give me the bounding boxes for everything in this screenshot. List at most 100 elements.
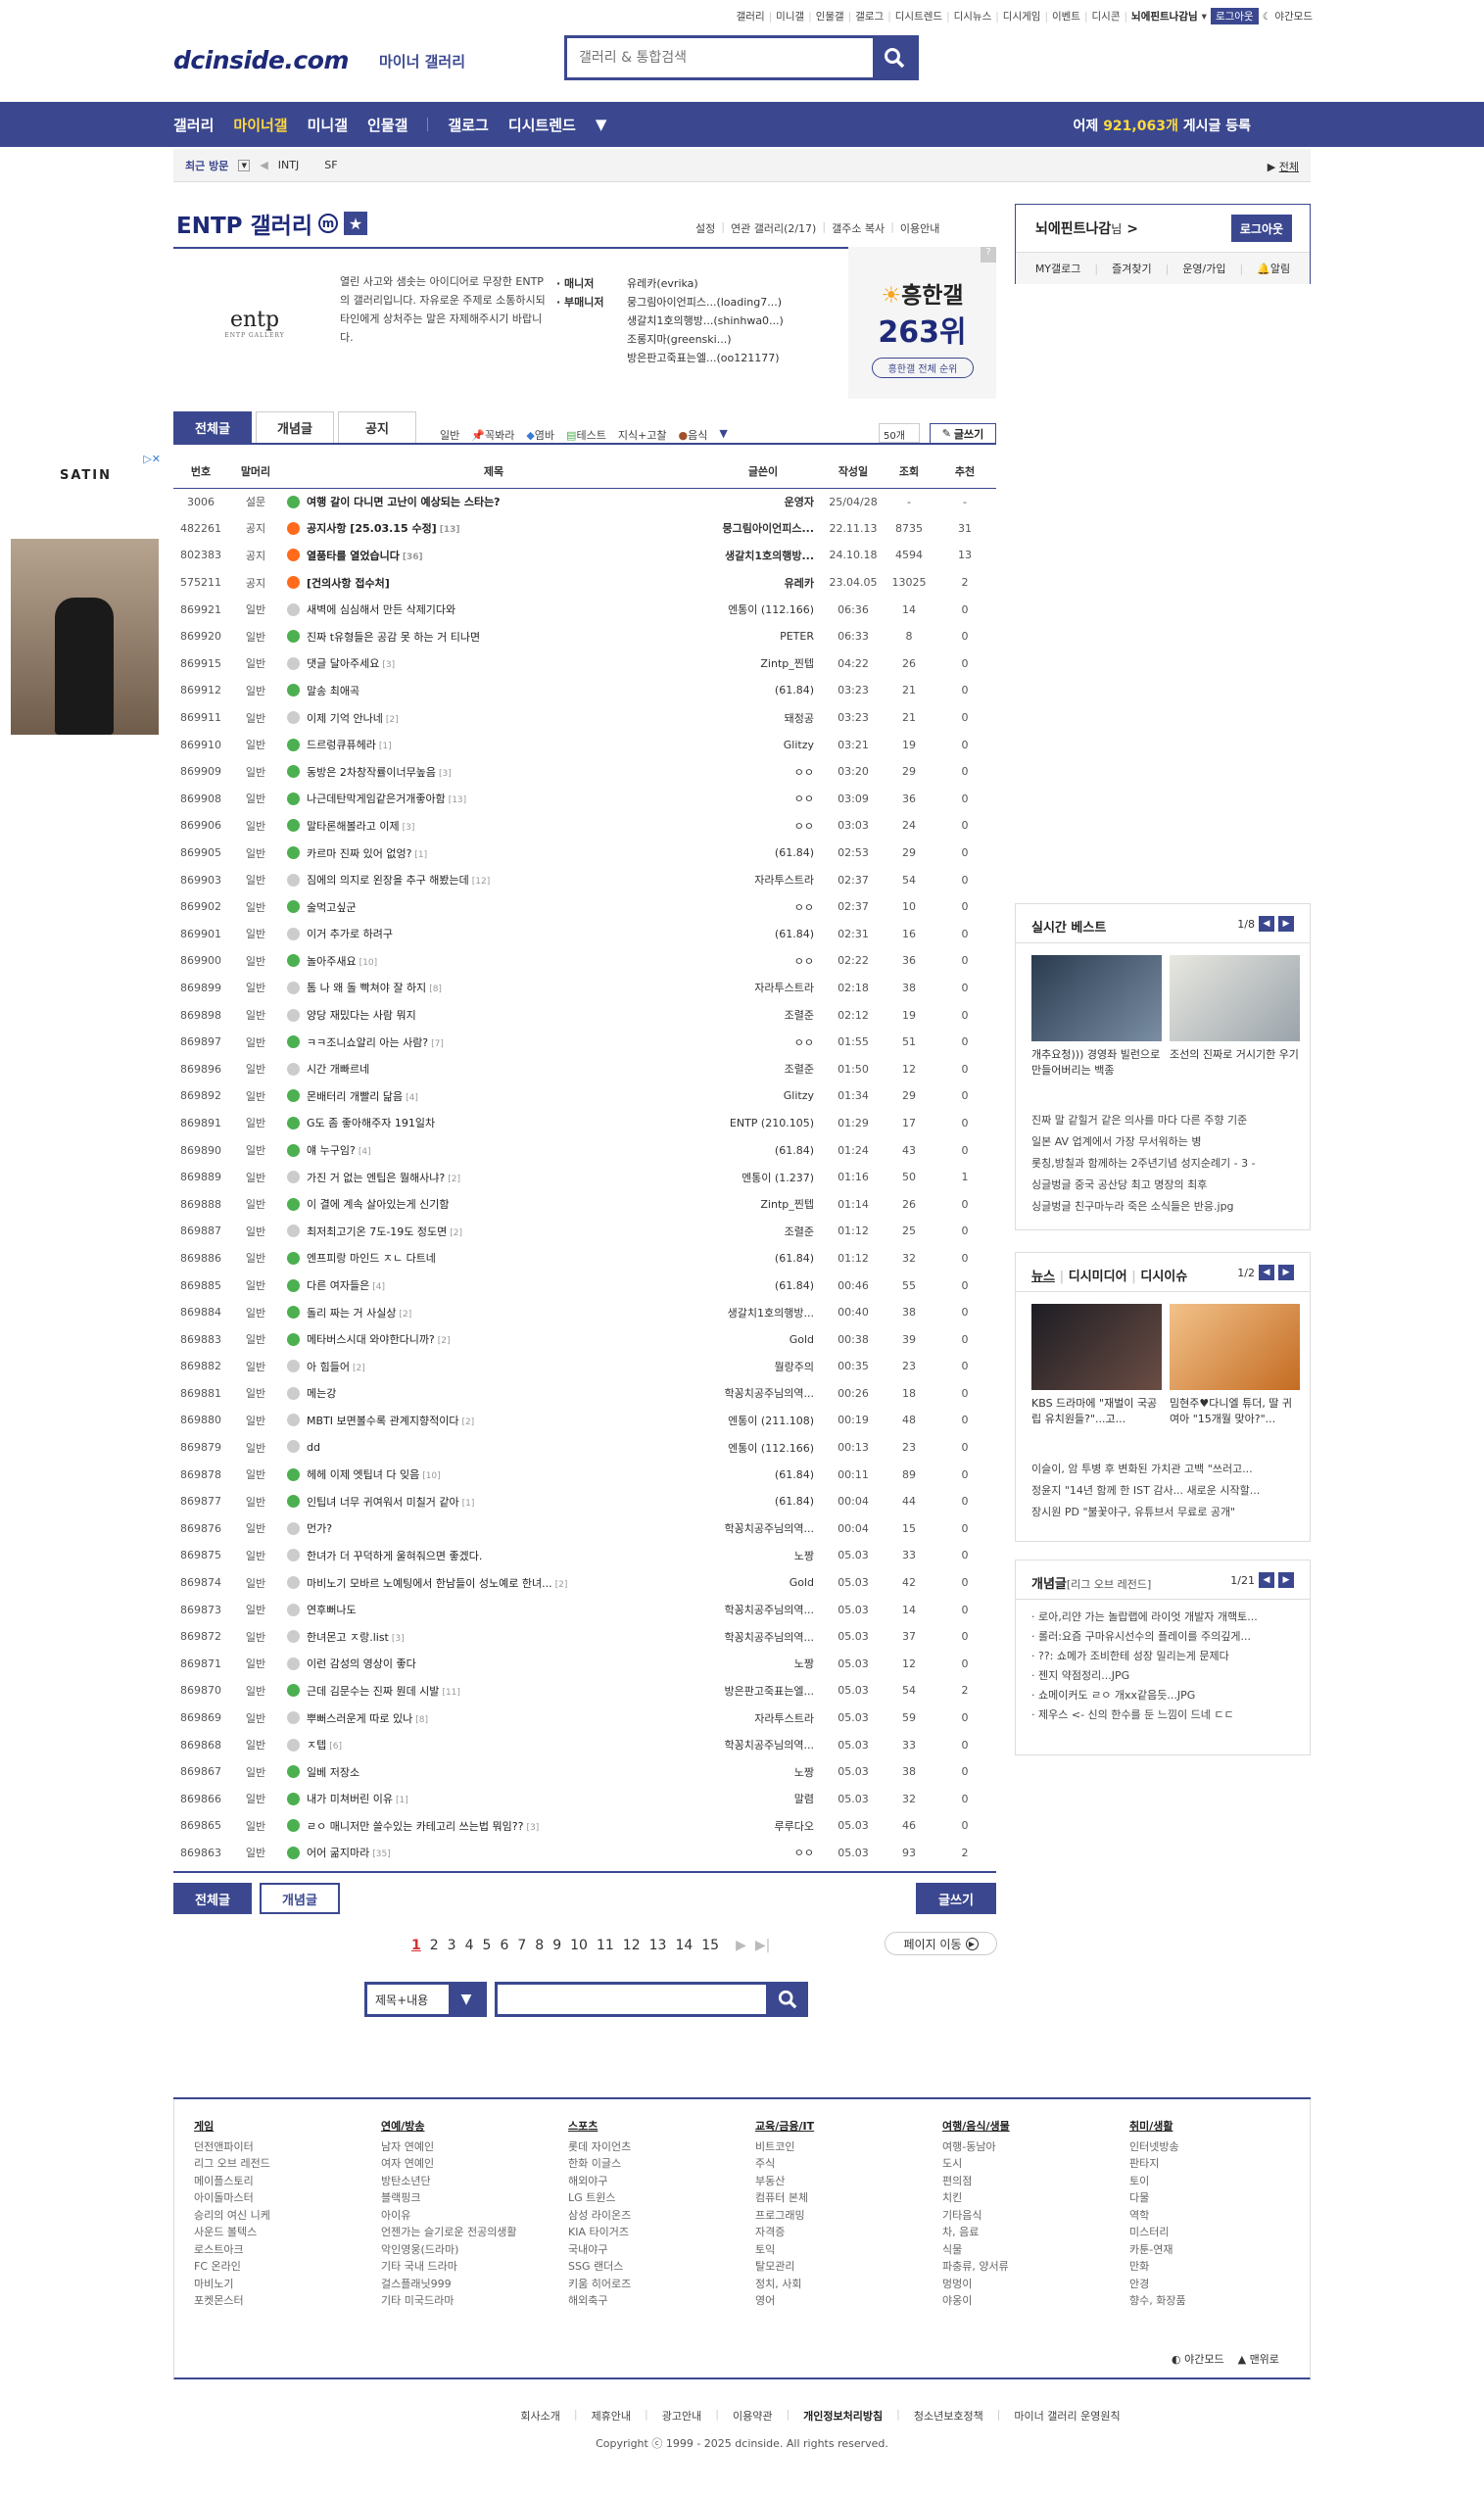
table-row[interactable]: 869903 일반 짐에의 의지로 왼장을 추구 해봤는데 [12] 자라투스트라 02:… [173,866,996,893]
footer-link[interactable]: 탈모관리 [755,2258,942,2276]
top-user-link[interactable]: 뇌에핀트나감님 [1131,9,1198,24]
footer-bottom-link[interactable]: 청소년보호정책 [914,2408,983,2424]
table-row[interactable]: 869889 일반 가진 거 없는 엔팁은 뭘해사냐? [2] 엔통이 (1.237) 0… [173,1164,996,1191]
post-title-cell[interactable]: 톰 나 왜 돌 빡쳐야 잘 하지 [8] [283,975,704,1002]
footer-column-title[interactable]: 취미/생활 [1129,2118,1316,2136]
top-link-item[interactable]: 갤로그 [855,9,884,24]
post-title[interactable]: 마비노기 모바르 노예팅에서 한남들이 성노예로 한녀... [307,1577,552,1590]
post-writer[interactable]: (61.84) [704,921,822,948]
post-writer[interactable]: 방은판고죽표는엘... [704,1677,822,1705]
post-title-cell[interactable]: 열품타를 열었습니다 [36] [283,542,704,569]
post-title-cell[interactable]: 한녀가 더 꾸덕하게 울혀줘으면 좋겠다. [283,1542,704,1569]
list-item[interactable]: · 젠지 약점정리...JPG [1031,1666,1298,1686]
post-title-cell[interactable]: ㅋㅋ조니쇼알리 아는 사람? [7] [283,1029,704,1056]
post-title-cell[interactable]: 말송 최애곡 [283,677,704,704]
post-title-cell[interactable]: 먼가? [283,1515,704,1543]
post-writer[interactable]: 자라투스트라 [704,866,822,893]
post-title-cell[interactable]: 내가 미쳐버린 이유 [1] [283,1786,704,1813]
chevron-down-icon[interactable]: ▼ [719,427,727,443]
footer-link[interactable]: 판타지 [1129,2155,1316,2173]
footer-bottom-link[interactable]: 이용약관 [733,2408,772,2424]
logo-subtitle[interactable]: 마이너 갤러리 [379,51,465,72]
post-writer[interactable]: (61.84) [704,840,822,867]
post-writer[interactable]: 학꽁치공주님의역... [704,1731,822,1758]
post-writer[interactable]: 학꽁치공주님의역... [704,1623,822,1651]
tab-notice[interactable]: 공지 [338,411,416,443]
post-title-cell[interactable]: 새벽에 심심해서 만든 삭제기다와 [283,596,704,623]
post-title[interactable]: 내가 미쳐버린 이유 [307,1793,393,1805]
footer-link[interactable]: 식물 [942,2241,1129,2259]
post-title[interactable]: 이런 감성의 영상이 좋다 [307,1657,416,1670]
table-row[interactable]: 869863 일반 어어 굶지마라 [35] ㅇㅇ 05.03 93 2 [173,1840,996,1867]
post-title[interactable]: dd [307,1441,320,1454]
search-input[interactable] [567,38,873,77]
post-title-cell[interactable]: 근데 김문수는 진짜 뭔데 시발 [11] [283,1677,704,1705]
post-writer[interactable]: 운영자 [704,488,822,515]
post-title[interactable]: ㄹㅇ 매니저만 쓸수있는 카테고리 쓰는법 뭐임?? [307,1820,523,1833]
table-row[interactable]: 869900 일반 놀아주새요 [10] ㅇㅇ 02:22 36 0 [173,947,996,975]
footer-link[interactable]: 해외야구 [568,2173,755,2190]
list-count-select[interactable]: 50개 [879,423,920,443]
footer-link[interactable]: 미스터리 [1129,2224,1316,2241]
page-link[interactable]: 1 [411,1938,421,1953]
comment-count[interactable]: [11] [442,1688,459,1698]
post-title[interactable]: 가진 거 없는 엔팁은 뭘해사냐? [307,1172,445,1184]
table-row[interactable]: 869898 일반 양당 재밌다는 사람 뭐지 조렬준 02:12 19 0 [173,1001,996,1029]
post-writer[interactable]: ㅇㅇ [704,893,822,921]
list-item[interactable]: 정윤지 "14년 함께 한 IST 감사... 새로운 시작할... [1031,1480,1298,1502]
top-link-item[interactable]: 디시게임 [1003,9,1041,24]
logout-button[interactable]: 로그아웃 [1231,215,1292,242]
ad-close-icon[interactable]: ▷✕ [143,453,161,465]
tab-news[interactable]: 뉴스 [1031,1270,1055,1284]
footer-link[interactable]: 인터넷방송 [1129,2138,1316,2156]
post-title-cell[interactable]: 가진 거 없는 엔팁은 뭘해사냐? [2] [283,1164,704,1191]
post-title-cell[interactable]: 인팁녀 너무 귀여워서 미칠거 같아 [1] [283,1488,704,1515]
post-title-cell[interactable]: 헤헤 이제 엣팁녀 다 잊음 [10] [283,1461,704,1488]
footer-link[interactable]: 로스트아크 [194,2241,381,2259]
post-title[interactable]: 최저최고기온 7도-19도 정도면 [307,1225,447,1238]
post-writer[interactable]: 돼정공 [704,704,822,732]
post-writer[interactable]: 유레카 [704,569,822,597]
next-page-icon[interactable]: ▶ [736,1938,746,1953]
page-link[interactable]: 6 [500,1938,508,1953]
post-title[interactable]: 메타버스시대 와야한다니까? [307,1333,435,1346]
post-title-cell[interactable]: 공지사항 [25.03.15 수정] [13] [283,515,704,543]
write-button[interactable]: 글쓰기 [916,1883,996,1914]
recent-item[interactable]: SF [324,159,337,171]
post-title-cell[interactable]: ㅈ텝 [6] [283,1731,704,1758]
page-link[interactable]: 7 [517,1938,526,1953]
post-writer[interactable]: 학꽁치공주님의역... [704,1596,822,1623]
post-writer[interactable]: 학꽁치공주님의역... [704,1515,822,1543]
footer-link[interactable]: 주식 [755,2155,942,2173]
footer-link[interactable]: 포켓몬스터 [194,2292,381,2310]
table-row[interactable]: 869892 일반 몬배터리 개빨리 닮음 [4] Glitzy 01:34 29 0 [173,1082,996,1110]
footer-bottom-link[interactable]: 회사소개 [520,2408,559,2424]
footer-link[interactable]: 야옹이 [942,2292,1129,2310]
comment-count[interactable]: [2] [555,1580,568,1590]
recent-all[interactable]: ▶ 전체 [1268,159,1299,174]
gnb-item[interactable]: 마이너갤 [233,115,287,135]
table-row[interactable]: 869905 일반 카르마 진짜 있어 없엉? [1] (61.84) 02:53 29 0 [173,840,996,867]
post-writer[interactable]: 노짱 [704,1542,822,1569]
ad-banner[interactable]: ▷✕ SATIN [9,451,163,764]
list-search-input[interactable] [495,1982,769,2017]
footer-link[interactable]: 토이 [1129,2173,1316,2190]
top-link-item[interactable]: 갤러리 [737,9,765,24]
footer-link[interactable]: 향수, 화장품 [1129,2292,1316,2310]
post-title[interactable]: 말송 최애곡 [307,685,359,697]
comment-count[interactable]: [10] [422,1471,440,1481]
post-title[interactable]: 다른 여자들은 [307,1279,369,1292]
table-row[interactable]: 869875 일반 한녀가 더 꾸덕하게 울혀줘으면 좋겠다. 노짱 05.03 33 0 [173,1542,996,1569]
post-title[interactable]: 한녀몬고 ㅈ랑.list [307,1631,389,1644]
footer-link[interactable]: 여행-동남아 [942,2138,1129,2156]
comment-count[interactable]: [3] [392,1634,405,1644]
page-link[interactable]: 12 [623,1938,641,1953]
post-title[interactable]: 드르렁큐퓨헤라 [307,739,376,751]
settings-link[interactable]: 설정 [695,220,715,236]
list-item[interactable]: · 롤러:요즘 구마유시선수의 플레이를 주의깊게... [1031,1627,1298,1647]
news-thumb[interactable]: 밈현주♥다니엘 튜더, 딸 귀여아 "15개월 맞아?"... [1170,1304,1300,1429]
sub-manager-name[interactable]: 방은판고죽표는엘...(oo121177) [627,349,803,367]
table-row[interactable]: 869912 일반 말송 최애곡 (61.84) 03:23 21 0 [173,677,996,704]
footer-link[interactable]: 치킨 [942,2189,1129,2207]
page-link[interactable]: 10 [570,1938,588,1953]
